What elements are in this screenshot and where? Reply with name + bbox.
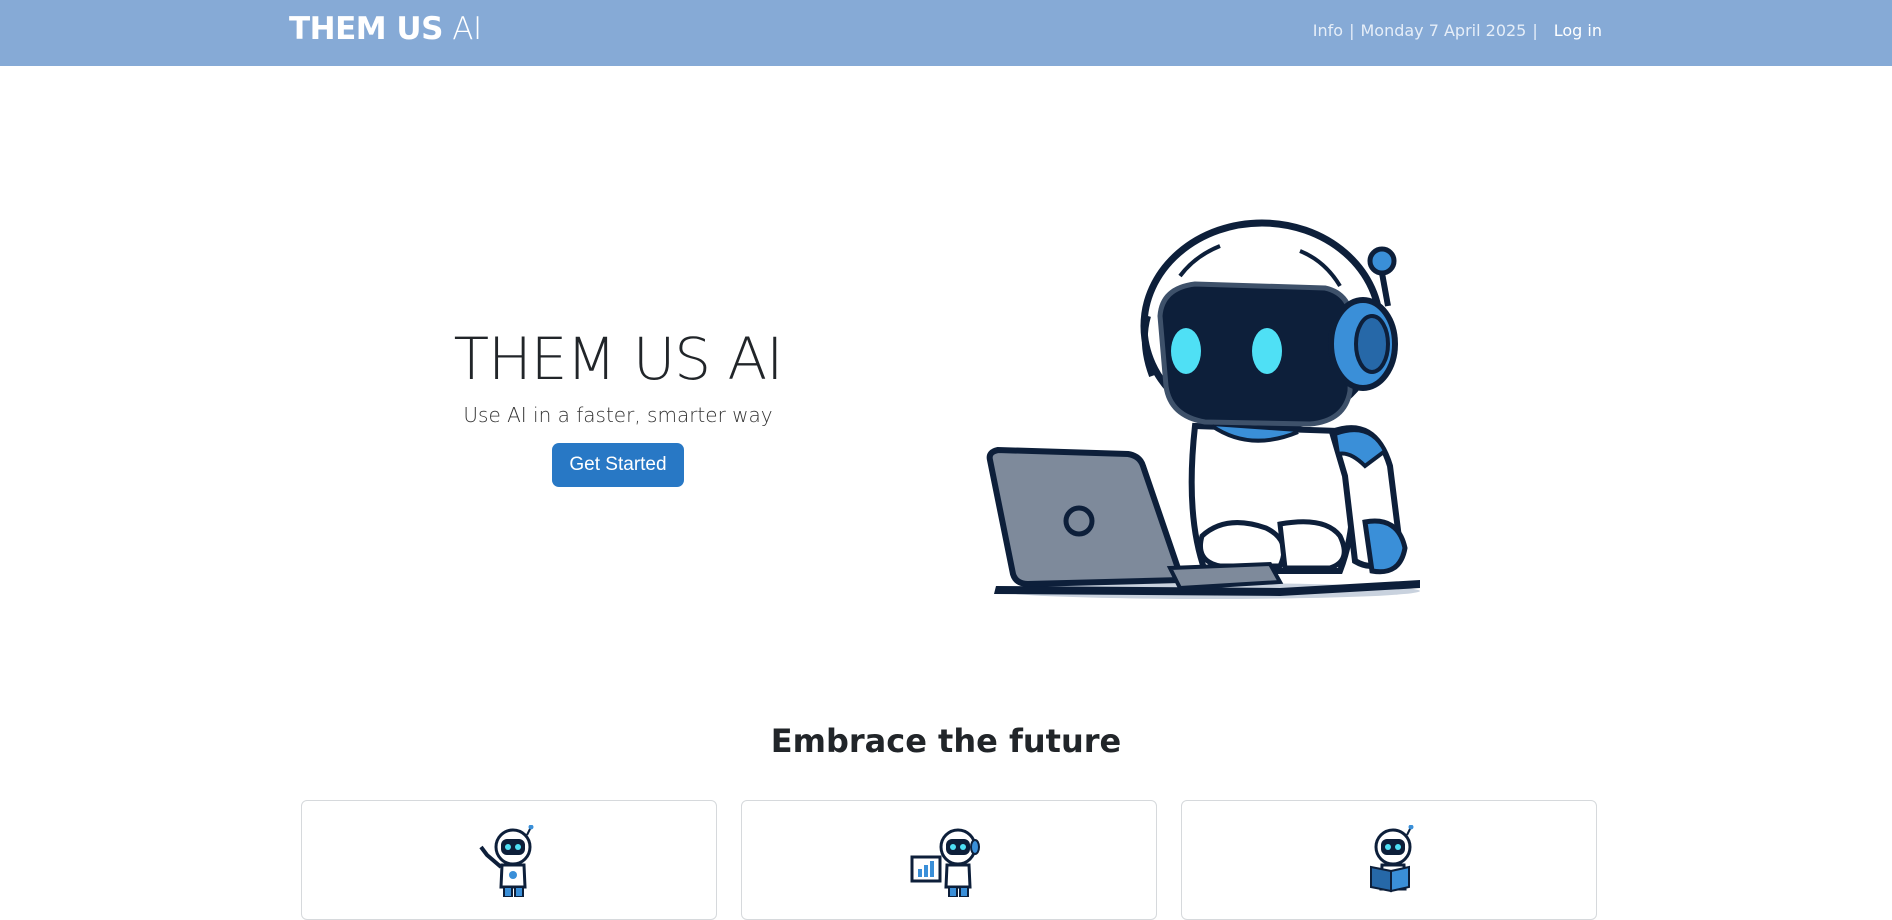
feature-card [1181, 800, 1597, 920]
robot-reading-icon [1370, 825, 1414, 893]
brand-logo[interactable]: THEM US AI [289, 11, 482, 47]
get-started-button[interactable]: Get Started [552, 443, 684, 487]
section-title: Embrace the future [770, 722, 1122, 760]
robot-chart-icon [910, 828, 980, 897]
current-date: Monday 7 April 2025 [1360, 21, 1527, 40]
feature-card [301, 800, 717, 920]
hero-text: THEM US AI Use AI in a faster, smarter w… [418, 325, 818, 487]
brand-light-text: AI [452, 11, 482, 47]
brand-bold-text: THEM US [289, 11, 443, 47]
hero-subtitle: Use AI in a faster, smarter way [463, 403, 773, 427]
robot-waving-icon [479, 825, 534, 897]
nav-separator: | [1349, 21, 1355, 40]
nav-right: Info | Monday 7 April 2025 | Log in [1313, 21, 1602, 40]
robot-laptop-illustration [986, 219, 1420, 599]
nav-separator: | [1532, 21, 1538, 40]
navbar: THEM US AI Info | Monday 7 April 2025 | … [0, 0, 1892, 66]
login-link[interactable]: Log in [1554, 21, 1602, 40]
info-link[interactable]: Info [1313, 21, 1343, 40]
feature-card [741, 800, 1157, 920]
hero-title: THEM US AI [453, 325, 784, 393]
